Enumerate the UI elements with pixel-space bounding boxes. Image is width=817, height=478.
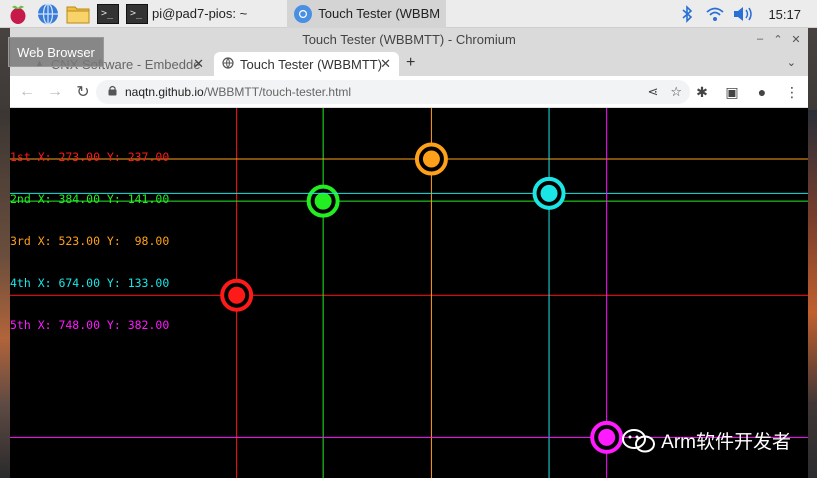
chromium-icon <box>294 4 313 23</box>
wallpaper-left <box>0 110 10 478</box>
forward-icon[interactable]: → <box>44 81 66 103</box>
side-panel-icon[interactable]: ▣ <box>722 81 742 103</box>
touch-readout-line-3: 3rd X: 523.00 Y: 98.00 <box>10 234 170 248</box>
share-icon[interactable]: ⋖ <box>647 84 658 100</box>
menu-icon[interactable]: ⋮ <box>782 81 802 103</box>
wifi-icon[interactable] <box>704 3 726 25</box>
browser-toolbar: ← → ↻ naqtn.github.io/WBBMTT/touch-teste… <box>10 76 808 108</box>
watermark-text: Arm软件开发者 <box>661 432 791 453</box>
raspberry-menu-icon[interactable] <box>6 2 30 26</box>
touch-dot-5 <box>598 428 616 446</box>
window-titlebar[interactable]: Touch Tester (WBBMTT) - Chromium – ⌃ ✕ <box>10 28 808 50</box>
minimize-icon[interactable]: – <box>754 33 766 45</box>
desktop: >_ >_ pi@pad7-pios: ~ Touch Tester (WBBM… <box>0 0 817 478</box>
window-title: Touch Tester (WBBMTT) - Chromium <box>302 31 516 47</box>
touch-dot-1 <box>228 286 246 304</box>
touch-canvas[interactable]: 1st X: 273.00 Y: 237.00 2nd X: 384.00 Y:… <box>10 108 808 478</box>
web-browser-tooltip: Web Browser <box>8 37 104 67</box>
extensions-icon[interactable]: ✱ <box>692 81 712 103</box>
url-path: /WBBMTT/touch-tester.html <box>203 85 352 99</box>
address-bar[interactable]: naqtn.github.io/WBBMTT/touch-tester.html… <box>96 80 690 104</box>
tab-touch-tester[interactable]: Touch Tester (WBBMTT) ✕ <box>214 52 399 76</box>
task-terminal[interactable]: >_ pi@pad7-pios: ~ <box>120 0 253 28</box>
terminal-icon: >_ <box>126 3 148 24</box>
globe-icon <box>222 56 234 72</box>
touch-readout-line-5: 5th X: 748.00 Y: 382.00 <box>10 318 170 332</box>
tab-close-icon[interactable]: ✕ <box>380 56 391 72</box>
web-browser-launcher-icon[interactable] <box>36 2 60 26</box>
bookmark-star-icon[interactable]: ☆ <box>670 84 682 100</box>
reload-icon[interactable]: ↻ <box>72 81 94 103</box>
tab-search-chevron-icon[interactable]: ⌄ <box>787 56 796 69</box>
profile-icon[interactable]: ● <box>752 81 772 103</box>
wechat-logo-icon <box>622 428 656 452</box>
touch-dot-4 <box>540 184 558 202</box>
touch-readout-line-1: 1st X: 273.00 Y: 237.00 <box>10 150 170 164</box>
file-manager-icon[interactable] <box>66 2 90 26</box>
tab-strip: ▲ CNX Software - Embedde ✕ Touch Tester … <box>10 50 808 76</box>
task-chromium[interactable]: Touch Tester (WBBM <box>287 0 447 28</box>
touch-dot-3 <box>422 150 440 168</box>
tab-label: Touch Tester (WBBMTT) <box>240 56 383 72</box>
volume-icon[interactable] <box>732 3 754 25</box>
task-terminal-label: pi@pad7-pios: ~ <box>152 6 248 21</box>
back-icon[interactable]: ← <box>16 81 38 103</box>
close-window-icon[interactable]: ✕ <box>790 33 802 46</box>
taskbar: >_ >_ pi@pad7-pios: ~ Touch Tester (WBBM… <box>0 0 817 28</box>
clock: 15:17 <box>768 6 801 22</box>
terminal-launcher-icon[interactable]: >_ <box>96 2 120 26</box>
touch-readout-line-2: 2nd X: 384.00 Y: 141.00 <box>10 192 170 206</box>
tab-close-icon[interactable]: ✕ <box>193 56 204 72</box>
task-chromium-label: Touch Tester (WBBM <box>318 6 441 21</box>
wallpaper-right <box>807 110 817 478</box>
url-host: naqtn.github.io <box>125 85 204 99</box>
watermark: Arm软件开发者 <box>621 427 791 454</box>
maximize-icon[interactable]: ⌃ <box>772 33 784 46</box>
touch-readout: 1st X: 273.00 Y: 237.00 2nd X: 384.00 Y:… <box>10 122 169 360</box>
bluetooth-icon[interactable] <box>676 3 698 25</box>
lock-icon <box>108 85 117 99</box>
touch-readout-line-4: 4th X: 674.00 Y: 133.00 <box>10 276 170 290</box>
chromium-window: Touch Tester (WBBMTT) - Chromium – ⌃ ✕ ▲… <box>10 28 808 478</box>
new-tab-button[interactable]: + <box>406 54 415 72</box>
touch-dot-2 <box>314 192 332 210</box>
